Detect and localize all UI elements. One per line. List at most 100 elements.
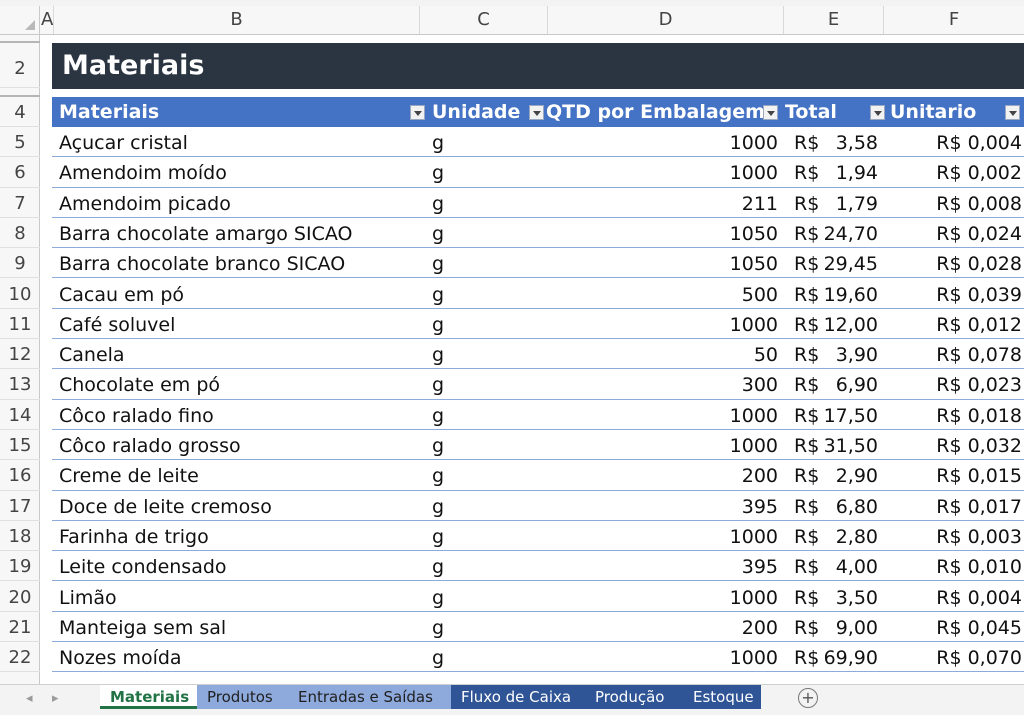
row-header[interactable]: 19 (0, 551, 40, 582)
cell-material[interactable]: Barra chocolate branco SICAO (59, 248, 345, 278)
cell-qtd[interactable]: 50 (754, 339, 778, 369)
row-header-hidden[interactable] (0, 35, 40, 43)
row-header-hidden[interactable] (0, 88, 40, 97)
cell-unidade[interactable]: g (428, 248, 448, 278)
cell-unidade[interactable]: g (428, 521, 448, 551)
cell-qtd[interactable]: 395 (742, 551, 778, 581)
cell-unitario[interactable]: R$ 0,015 (936, 460, 1022, 490)
cell-qtd[interactable]: 200 (742, 612, 778, 642)
cell-currency-symbol[interactable]: R$ (794, 309, 819, 339)
cell-material[interactable]: Cacau em pó (59, 279, 184, 309)
cell-qtd[interactable]: 1000 (730, 157, 778, 187)
cell-unitario[interactable]: R$ 0,004 (936, 127, 1022, 157)
cell-total[interactable]: 6,90 (836, 369, 878, 399)
header-unitario[interactable]: Unitario (890, 97, 976, 127)
cell-unidade[interactable]: g (428, 309, 448, 339)
header-unidade[interactable]: Unidade (432, 97, 520, 127)
cell-currency-symbol[interactable]: R$ (794, 491, 819, 521)
cell-unitario[interactable]: R$ 0,018 (936, 400, 1022, 430)
sheet-tab[interactable]: Materiais (100, 685, 197, 709)
row-header[interactable]: 15 (0, 430, 40, 461)
row-header[interactable]: 6 (0, 157, 40, 188)
cell-currency-symbol[interactable]: R$ (794, 279, 819, 309)
cell-material[interactable]: Barra chocolate amargo SICAO (59, 218, 352, 248)
cell-qtd[interactable]: 1000 (730, 582, 778, 612)
row-header[interactable]: 8 (0, 218, 40, 249)
column-header-f[interactable]: F (884, 6, 1024, 34)
row-header[interactable]: 20 (0, 582, 40, 612)
cell-currency-symbol[interactable]: R$ (794, 127, 819, 157)
cell-qtd[interactable]: 300 (742, 369, 778, 399)
filter-dropdown-icon[interactable] (763, 105, 778, 120)
cell-unitario[interactable]: R$ 0,045 (936, 612, 1022, 642)
cell-qtd[interactable]: 500 (742, 279, 778, 309)
cell-currency-symbol[interactable]: R$ (794, 157, 819, 187)
row-header[interactable]: 14 (0, 400, 40, 430)
cell-total[interactable]: 4,00 (836, 551, 878, 581)
sheet-tab[interactable]: Fluxo de Caixa (451, 685, 585, 709)
cell-currency-symbol[interactable]: R$ (794, 551, 819, 581)
cell-unitario[interactable]: R$ 0,039 (936, 279, 1022, 309)
header-materiais[interactable]: Materiais (59, 97, 159, 127)
row-header[interactable]: 12 (0, 339, 40, 370)
cell-unidade[interactable]: g (428, 430, 448, 460)
cell-currency-symbol[interactable]: R$ (794, 582, 819, 612)
cell-total[interactable]: 1,79 (836, 188, 878, 218)
cell-material[interactable]: Amendoim picado (59, 188, 231, 218)
cell-unitario[interactable]: R$ 0,078 (936, 339, 1022, 369)
cell-total[interactable]: 19,60 (824, 279, 878, 309)
add-sheet-icon[interactable]: + (798, 688, 818, 708)
filter-dropdown-icon[interactable] (529, 105, 544, 120)
cell-total[interactable]: 24,70 (824, 218, 878, 248)
cell-total[interactable]: 3,50 (836, 582, 878, 612)
cell-material[interactable]: Canela (59, 339, 125, 369)
cell-total[interactable]: 9,00 (836, 612, 878, 642)
row-header[interactable]: 11 (0, 309, 40, 340)
header-total[interactable]: Total (785, 97, 837, 127)
cell-material[interactable]: Côco ralado fino (59, 400, 214, 430)
cell-currency-symbol[interactable]: R$ (794, 218, 819, 248)
cell-unidade[interactable]: g (428, 582, 448, 612)
sheet-tab[interactable]: Produção (585, 685, 683, 709)
row-header[interactable]: 17 (0, 491, 40, 521)
scroll-tabs-right-icon[interactable]: ▸ (52, 691, 59, 706)
cell-material[interactable]: Café soluvel (59, 309, 175, 339)
cell-material[interactable]: Leite condensado (59, 551, 227, 581)
cell-unidade[interactable]: g (428, 188, 448, 218)
cell-unidade[interactable]: g (428, 551, 448, 581)
sheet-title[interactable]: Materiais (52, 43, 1024, 89)
cell-currency-symbol[interactable]: R$ (794, 248, 819, 278)
column-header-c[interactable]: C (420, 6, 548, 34)
cell-currency-symbol[interactable]: R$ (794, 369, 819, 399)
row-header[interactable]: 16 (0, 460, 40, 491)
header-qtd[interactable]: QTD por Embalagem (546, 97, 765, 127)
cell-currency-symbol[interactable]: R$ (794, 400, 819, 430)
cell-unidade[interactable]: g (428, 339, 448, 369)
row-header[interactable]: 9 (0, 248, 40, 279)
cell-unidade[interactable]: g (428, 218, 448, 248)
cell-total[interactable]: 3,58 (836, 127, 878, 157)
cell-material[interactable]: Doce de leite cremoso (59, 491, 272, 521)
row-header[interactable]: 2 (0, 45, 40, 88)
sheet-tab[interactable]: Estoque (683, 685, 761, 709)
cell-total[interactable]: 29,45 (824, 248, 878, 278)
cell-currency-symbol[interactable]: R$ (794, 642, 819, 672)
filter-dropdown-icon[interactable] (410, 105, 425, 120)
cell-total[interactable]: 69,90 (824, 642, 878, 672)
cell-unidade[interactable]: g (428, 400, 448, 430)
cell-currency-symbol[interactable]: R$ (794, 460, 819, 490)
cell-unidade[interactable]: g (428, 369, 448, 399)
cell-unitario[interactable]: R$ 0,017 (936, 491, 1022, 521)
cell-unitario[interactable]: R$ 0,032 (936, 430, 1022, 460)
row-header[interactable]: 4 (0, 97, 40, 127)
column-header-b[interactable]: B (54, 6, 420, 34)
cell-unitario[interactable]: R$ 0,023 (936, 369, 1022, 399)
cell-material[interactable]: Farinha de trigo (59, 521, 209, 551)
cell-material[interactable]: Chocolate em pó (59, 369, 220, 399)
cell-qtd[interactable]: 1050 (730, 218, 778, 248)
cell-material[interactable]: Creme de leite (59, 460, 199, 490)
cell-unitario[interactable]: R$ 0,012 (936, 309, 1022, 339)
cell-unidade[interactable]: g (428, 491, 448, 521)
cell-total[interactable]: 12,00 (824, 309, 878, 339)
scroll-tabs-left-icon[interactable]: ◂ (26, 691, 33, 706)
